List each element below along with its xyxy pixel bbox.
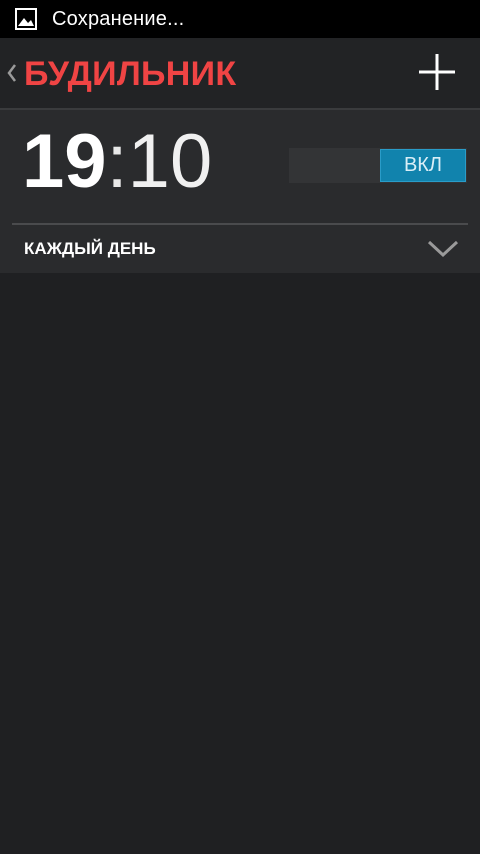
status-text: Сохранение... [52, 7, 185, 30]
alarm-time[interactable]: 19:10 [22, 118, 212, 206]
divider [12, 223, 468, 225]
repeat-row[interactable]: КАЖДЫЙ ДЕНЬ [0, 226, 480, 273]
alarm-toggle-thumb[interactable]: ВКЛ [380, 149, 466, 182]
alarm-card: 19:10 ВКЛ КАЖДЫЙ ДЕНЬ [0, 110, 480, 273]
action-bar: БУДИЛЬНИК [0, 38, 480, 110]
chevron-down-icon[interactable] [426, 236, 460, 262]
alarm-time-separator: : [106, 119, 128, 204]
repeat-label: КАЖДЫЙ ДЕНЬ [24, 239, 156, 258]
image-icon [14, 7, 38, 31]
chevron-left-icon[interactable] [4, 62, 18, 84]
alarm-toggle-label: ВКЛ [403, 154, 443, 176]
alarm-hour: 19 [22, 119, 107, 204]
page-title[interactable]: БУДИЛЬНИК [24, 55, 236, 94]
status-bar: Сохранение... [0, 0, 480, 38]
add-alarm-button[interactable] [408, 48, 466, 100]
alarm-minutes: 10 [127, 119, 213, 204]
plus-icon [417, 52, 457, 97]
